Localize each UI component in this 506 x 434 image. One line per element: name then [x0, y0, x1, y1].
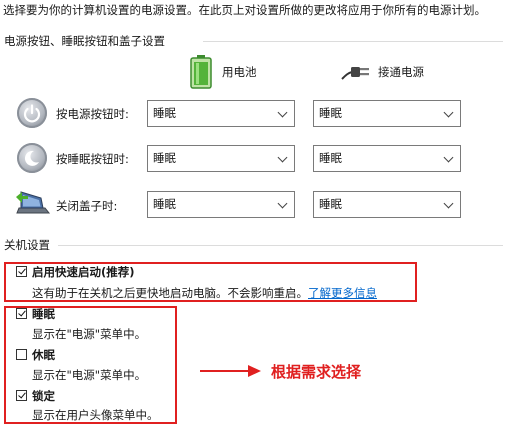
select-value: 睡眠: [319, 197, 342, 211]
chevron-down-icon: [443, 152, 454, 163]
laptop-lid-icon: [15, 188, 51, 219]
battery-column-header: 用电池: [222, 65, 257, 79]
fast-startup-checkbox[interactable]: [16, 266, 27, 277]
plugged-in-column-header: 接通电源: [378, 65, 424, 79]
select-value: 睡眠: [153, 197, 176, 211]
close-lid-battery-select[interactable]: 睡眠: [147, 191, 295, 218]
lock-option-description: 显示在用户头像菜单中。: [32, 408, 159, 422]
sleep-option-label: 睡眠: [32, 307, 55, 321]
annotation-text: 根据需求选择: [271, 363, 362, 381]
lock-checkbox[interactable]: [16, 390, 27, 401]
fast-startup-description: 这有助于在关机之后更快地启动电脑。不会影响重启。了解更多信息: [32, 285, 377, 301]
hibernate-option-description: 显示在"电源"菜单中。: [32, 368, 147, 382]
section-divider: [58, 245, 503, 246]
select-value: 睡眠: [319, 106, 342, 120]
sleep-button-plugged-select[interactable]: 睡眠: [313, 145, 461, 172]
battery-icon: [190, 55, 212, 92]
chevron-down-icon: [277, 107, 288, 118]
chevron-down-icon: [443, 107, 454, 118]
chevron-down-icon: [277, 152, 288, 163]
hibernate-checkbox[interactable]: [16, 349, 27, 360]
learn-more-link[interactable]: 了解更多信息: [308, 286, 377, 300]
lock-option-label: 锁定: [32, 389, 55, 403]
power-button-plugged-select[interactable]: 睡眠: [313, 100, 461, 127]
intro-text: 选择要为你的计算机设置的电源设置。在此页上对设置所做的更改将应用于你所有的电源计…: [3, 3, 486, 17]
power-button-icon: [17, 98, 47, 128]
select-value: 睡眠: [319, 151, 342, 165]
sleep-button-battery-select[interactable]: 睡眠: [147, 145, 295, 172]
fast-startup-label: 启用快速启动(推荐): [32, 265, 135, 279]
sleep-button-icon: [17, 143, 47, 173]
shutdown-section-title: 关机设置: [4, 238, 50, 252]
hibernate-option-label: 休眠: [32, 348, 55, 362]
power-button-battery-select[interactable]: 睡眠: [147, 100, 295, 127]
annotation-arrow-icon: [200, 364, 262, 381]
section-divider: [203, 41, 503, 42]
select-value: 睡眠: [153, 151, 176, 165]
chevron-down-icon: [443, 198, 454, 209]
select-value: 睡眠: [153, 106, 176, 120]
close-lid-plugged-select[interactable]: 睡眠: [313, 191, 461, 218]
sleep-checkbox[interactable]: [16, 308, 27, 319]
power-button-label: 按电源按钮时:: [56, 107, 129, 121]
close-lid-label: 关闭盖子时:: [56, 199, 118, 213]
power-plug-icon: [340, 61, 372, 84]
sleep-option-description: 显示在"电源"菜单中。: [32, 327, 147, 341]
chevron-down-icon: [277, 198, 288, 209]
sleep-button-label: 按睡眠按钮时:: [56, 152, 129, 166]
buttons-section-title: 电源按钮、睡眠按钮和盖子设置: [4, 34, 165, 48]
fast-startup-desc-text: 这有助于在关机之后更快地启动电脑。不会影响重启。: [32, 286, 308, 300]
